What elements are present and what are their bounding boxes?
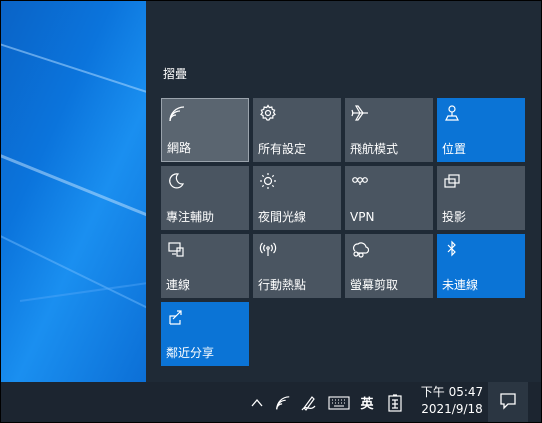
tile-label: VPN: [350, 210, 375, 224]
action-center-panel: 摺疊 網路 所有設定 飛航模式 位置 專注輔助 夜間光線 VPN 投影 連線 行…: [146, 0, 542, 382]
tile-label: 所有設定: [258, 142, 307, 156]
keyboard-icon: [328, 395, 350, 410]
hotspot-icon: [259, 240, 277, 258]
snip-icon: [351, 240, 369, 258]
tile-bluetooth[interactable]: 未連線: [437, 234, 525, 298]
tile-night-light[interactable]: 夜間光線: [253, 166, 341, 230]
tile-project[interactable]: 投影: [437, 166, 525, 230]
location-icon: [443, 104, 461, 122]
action-center-button[interactable]: [488, 382, 528, 423]
tile-label: 鄰近分享: [166, 346, 215, 360]
tile-location[interactable]: 位置: [437, 98, 525, 162]
tile-label: 夜間光線: [258, 210, 307, 224]
screen: 摺疊 網路 所有設定 飛航模式 位置 專注輔助 夜間光線 VPN 投影 連線 行…: [0, 0, 542, 423]
tile-label: 飛航模式: [350, 142, 399, 156]
bluetooth-icon: [443, 240, 461, 258]
tile-nearby-share[interactable]: 鄰近分享: [161, 302, 249, 366]
tile-label: 行動熱點: [258, 278, 307, 292]
tile-label: 網路: [167, 141, 192, 155]
project-icon: [443, 172, 461, 190]
tile-label: 螢幕剪取: [350, 278, 399, 292]
ime-pad-icon: [388, 393, 402, 412]
tile-label: 投影: [442, 210, 467, 224]
input-method-button[interactable]: [384, 382, 406, 423]
taskbar-clock[interactable]: 下午 05:47 2021/9/18: [412, 384, 492, 421]
moon-icon: [167, 172, 185, 190]
tile-label: 未連線: [442, 278, 479, 292]
nearby-share-icon: [167, 308, 185, 326]
tile-label: 位置: [442, 142, 467, 156]
clock-time: 下午 05:47: [420, 385, 484, 399]
clock-date: 2021/9/18: [421, 402, 483, 416]
tile-mobile-hotspot[interactable]: 行動熱點: [253, 234, 341, 298]
taskbar: 英 下午 05:47 2021/9/18: [0, 382, 542, 423]
wifi-icon: [168, 105, 186, 123]
input-language-indicator[interactable]: 英: [356, 382, 378, 423]
tile-network[interactable]: 網路: [161, 98, 249, 162]
tile-screen-snip[interactable]: 螢幕剪取: [345, 234, 433, 298]
wifi-icon: [275, 395, 291, 411]
tile-label: 連線: [166, 278, 191, 292]
tile-all-settings[interactable]: 所有設定: [253, 98, 341, 162]
network-tray-button[interactable]: [272, 382, 294, 423]
pen-tray-button[interactable]: [298, 382, 320, 423]
touch-keyboard-button[interactable]: [326, 382, 352, 423]
collapse-link[interactable]: 摺疊: [163, 65, 187, 82]
desktop-wallpaper: [0, 0, 146, 382]
connect-icon: [167, 240, 185, 258]
gear-icon: [259, 104, 277, 122]
vpn-icon: [351, 172, 369, 190]
tile-vpn[interactable]: VPN: [345, 166, 433, 230]
notification-icon: [499, 392, 517, 414]
tile-focus-assist[interactable]: 專注輔助: [161, 166, 249, 230]
tile-label: 專注輔助: [166, 210, 215, 224]
tile-airplane-mode[interactable]: 飛航模式: [345, 98, 433, 162]
pen-icon: [300, 394, 318, 412]
brightness-icon: [259, 172, 277, 190]
airplane-icon: [351, 104, 369, 122]
tile-connect[interactable]: 連線: [161, 234, 249, 298]
show-hidden-icons-button[interactable]: [248, 382, 266, 423]
chevron-up-icon: [250, 396, 264, 410]
